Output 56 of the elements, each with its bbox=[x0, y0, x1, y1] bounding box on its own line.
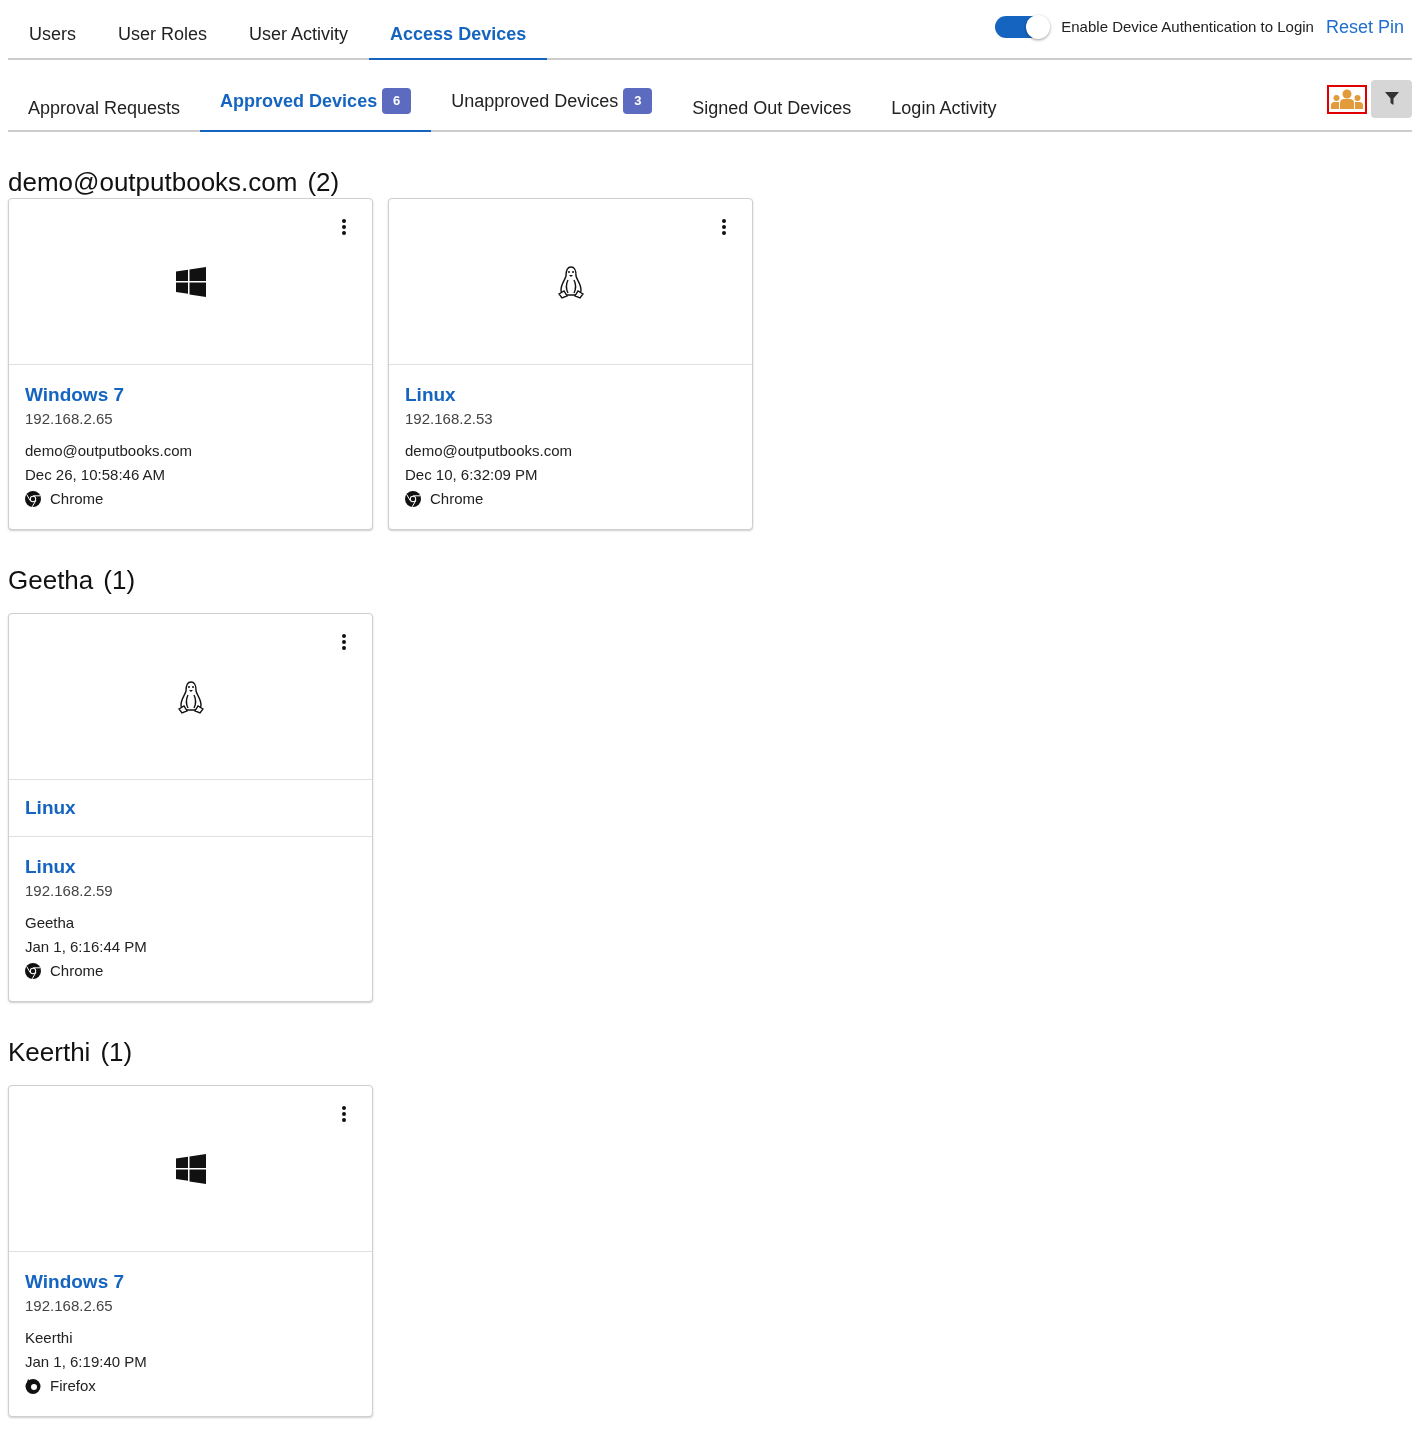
toggle-label: Enable Device Authentication to Login bbox=[1061, 16, 1314, 37]
ip-address: 192.168.2.65 bbox=[25, 409, 114, 429]
main-tab[interactable]: User Roles bbox=[97, 2, 229, 60]
filter-button[interactable] bbox=[1371, 80, 1412, 118]
device-name: Linux bbox=[405, 383, 457, 407]
sub-tab[interactable]: Signed Out Devices bbox=[672, 82, 872, 132]
login-time: Jan 1, 6:16:44 PM bbox=[25, 937, 148, 957]
reset-pin-link[interactable]: Reset Pin bbox=[1325, 13, 1404, 41]
penguin-icon bbox=[176, 679, 205, 714]
sub-tab[interactable]: Approved Devices 6 bbox=[200, 82, 432, 132]
device-name: Windows 7 bbox=[25, 1270, 126, 1294]
login-time: Dec 26, 10:58:46 AM bbox=[25, 465, 167, 485]
sub-tab[interactable]: Approval Requests bbox=[8, 82, 201, 132]
sub-tab[interactable]: Login Activity bbox=[871, 82, 1017, 132]
more-options-button[interactable] bbox=[340, 632, 348, 652]
user-name: Keerthi bbox=[25, 1328, 74, 1348]
device-name: Linux bbox=[25, 855, 77, 879]
user-name: demo@outputbooks.com bbox=[25, 441, 193, 461]
group-count: (1) bbox=[100, 1035, 133, 1069]
ip-address: 192.168.2.59 bbox=[25, 881, 114, 901]
chrome-icon bbox=[405, 491, 421, 507]
ip-address: 192.168.2.65 bbox=[25, 1296, 114, 1316]
count-badge: 6 bbox=[382, 88, 412, 114]
group-title: Geetha bbox=[8, 563, 94, 597]
browser-name: Chrome bbox=[50, 960, 104, 981]
main-tab[interactable]: Access Devices bbox=[369, 2, 548, 60]
browser-name: Firefox bbox=[50, 1375, 96, 1396]
group-title: demo@outputbooks.com bbox=[8, 165, 298, 199]
group-users-icon[interactable] bbox=[1327, 84, 1367, 114]
device-label: Linux bbox=[25, 795, 76, 820]
browser-name: Chrome bbox=[50, 488, 104, 509]
penguin-icon bbox=[556, 264, 585, 299]
more-options-button[interactable] bbox=[340, 217, 348, 237]
sub-tab[interactable]: Unapproved Devices 3 bbox=[431, 82, 673, 132]
windows-icon bbox=[175, 1153, 206, 1184]
browser-name: Chrome bbox=[430, 488, 484, 509]
main-tab[interactable]: User Activity bbox=[228, 2, 370, 60]
toggle-switch[interactable] bbox=[995, 16, 1050, 38]
group-count: (1) bbox=[103, 563, 136, 597]
group-title: Keerthi bbox=[8, 1035, 91, 1069]
device-name: Windows 7 bbox=[25, 383, 126, 407]
more-options-button[interactable] bbox=[720, 217, 728, 237]
more-options-button[interactable] bbox=[340, 1104, 348, 1124]
firefox-icon bbox=[25, 1378, 41, 1394]
group-count: (2) bbox=[307, 165, 340, 199]
login-time: Jan 1, 6:19:40 PM bbox=[25, 1352, 148, 1372]
chrome-icon bbox=[25, 963, 41, 979]
chrome-icon bbox=[25, 491, 41, 507]
user-name: demo@outputbooks.com bbox=[405, 441, 573, 461]
filter-icon bbox=[1384, 92, 1399, 106]
user-name: Geetha bbox=[25, 913, 76, 933]
windows-icon bbox=[175, 266, 206, 297]
login-time: Dec 10, 6:32:09 PM bbox=[405, 465, 539, 485]
ip-address: 192.168.2.53 bbox=[405, 409, 494, 429]
main-tab[interactable]: Users bbox=[8, 2, 97, 60]
count-badge: 3 bbox=[623, 88, 653, 114]
